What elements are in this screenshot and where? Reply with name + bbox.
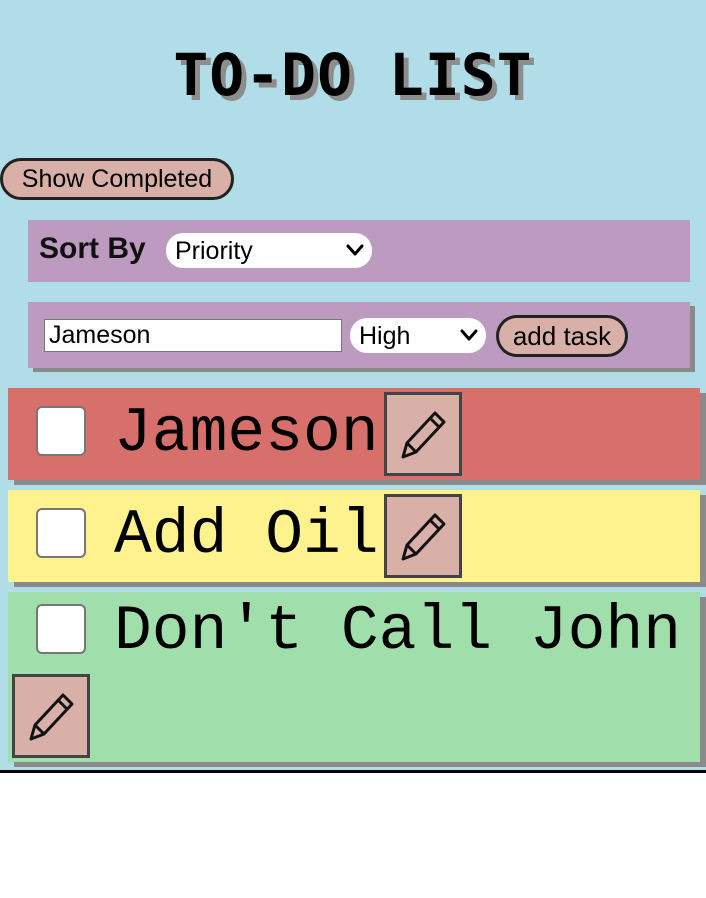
task-item: Add Oil bbox=[8, 490, 700, 582]
add-task-button[interactable]: add task bbox=[496, 315, 628, 357]
edit-task-button[interactable] bbox=[12, 674, 90, 758]
todo-app: TO-DO LIST Show Completed Sort By Priori… bbox=[0, 0, 706, 773]
task-item: Don't Call John bbox=[8, 592, 700, 762]
pencil-icon bbox=[29, 693, 74, 741]
task-input[interactable]: Jameson bbox=[44, 319, 342, 352]
page-title: TO-DO LIST bbox=[173, 41, 533, 109]
chevron-down-icon bbox=[460, 329, 478, 341]
task-text: Add Oil bbox=[114, 500, 379, 571]
task-checkbox[interactable] bbox=[36, 604, 86, 654]
sort-select-value: Priority bbox=[175, 237, 253, 265]
task-text: Jameson bbox=[114, 398, 379, 469]
task-checkbox[interactable] bbox=[36, 508, 86, 558]
sort-by-label: Sort By bbox=[39, 232, 146, 265]
task-text: Don't Call John bbox=[114, 596, 682, 667]
priority-select[interactable]: High bbox=[350, 318, 486, 353]
chevron-down-icon bbox=[346, 244, 364, 256]
show-completed-button[interactable]: Show Completed bbox=[0, 158, 234, 200]
pencil-icon bbox=[401, 513, 446, 561]
edit-task-button[interactable] bbox=[384, 494, 462, 578]
add-task-bar: Jameson High add task bbox=[28, 302, 690, 368]
task-checkbox[interactable] bbox=[36, 406, 86, 456]
pencil-icon bbox=[401, 411, 446, 459]
task-item: Jameson bbox=[8, 388, 700, 480]
sort-select[interactable]: Priority bbox=[166, 233, 372, 268]
edit-task-button[interactable] bbox=[384, 392, 462, 476]
sort-bar: Sort By Priority bbox=[28, 220, 690, 282]
priority-select-value: High bbox=[359, 322, 411, 350]
